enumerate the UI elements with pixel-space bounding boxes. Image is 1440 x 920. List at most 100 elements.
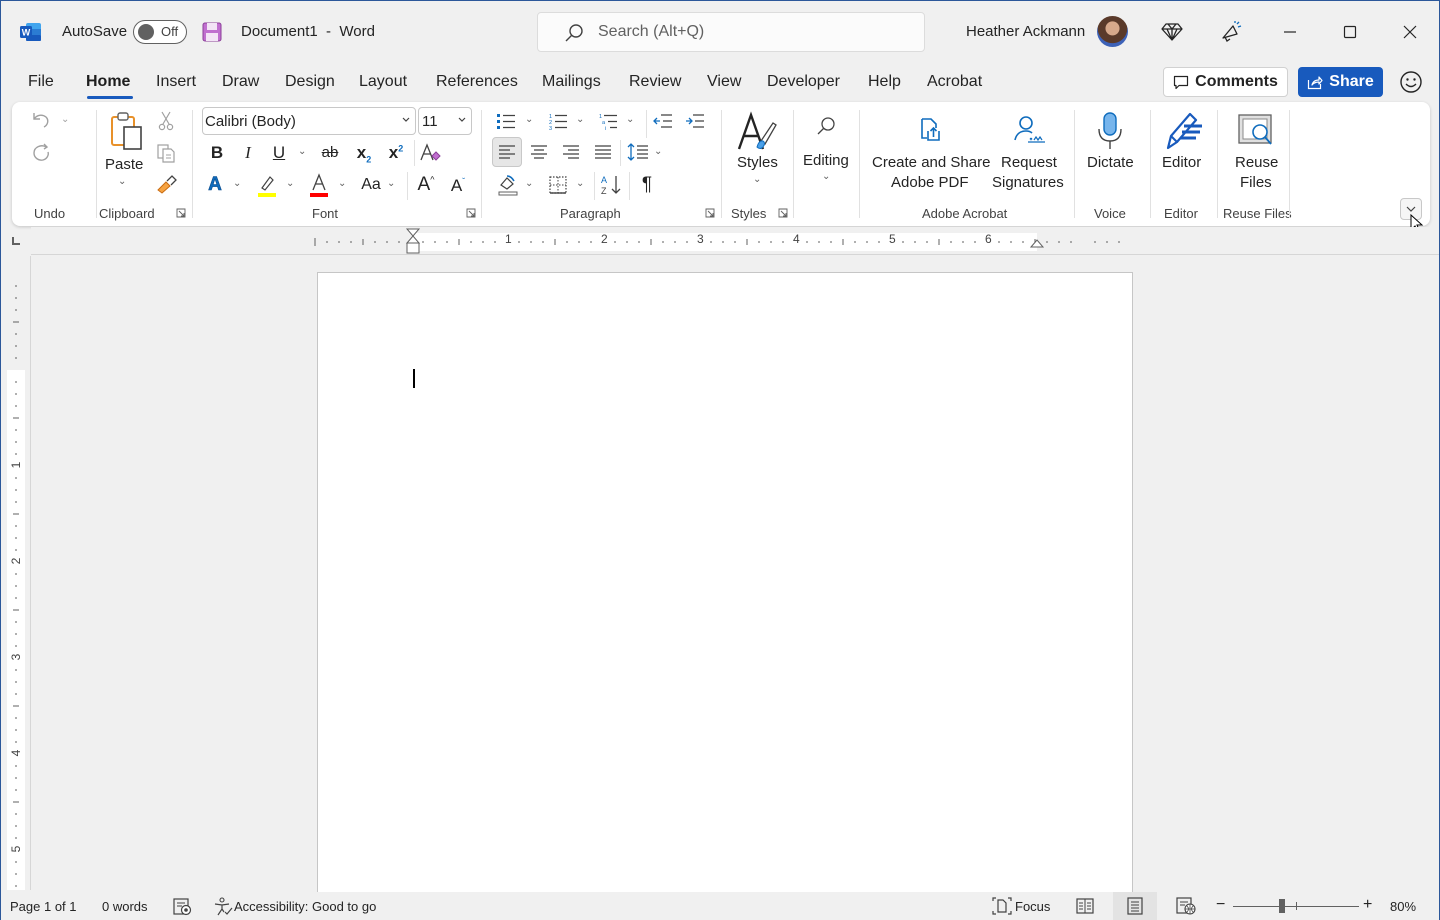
clipboard-launcher-icon[interactable] <box>176 208 186 218</box>
indent-marker[interactable] <box>405 227 421 255</box>
tab-acrobat[interactable]: Acrobat <box>927 73 982 91</box>
focus-label[interactable]: Focus <box>1015 899 1050 914</box>
change-case-button[interactable]: Aa <box>359 176 383 194</box>
diamond-icon[interactable] <box>1159 19 1185 45</box>
undo-icon[interactable] <box>29 109 53 131</box>
bullets-dropdown-icon[interactable]: ⌄ <box>525 114 533 125</box>
tab-review[interactable]: Review <box>629 73 681 91</box>
bullets-icon[interactable] <box>495 111 517 131</box>
create-pdf-icon[interactable] <box>916 116 944 144</box>
align-left-button[interactable] <box>492 137 522 167</box>
tab-design[interactable]: Design <box>285 73 335 91</box>
increase-indent-icon[interactable] <box>684 111 706 131</box>
text-effects-button[interactable]: A <box>206 174 224 196</box>
highlight-dropdown-icon[interactable]: ⌄ <box>286 178 294 189</box>
megaphone-icon[interactable] <box>1218 19 1244 45</box>
borders-dropdown-icon[interactable]: ⌄ <box>576 178 584 189</box>
accessibility-status[interactable]: Accessibility: Good to go <box>234 899 376 914</box>
microphone-icon[interactable] <box>1095 110 1125 152</box>
request-signatures-label-1[interactable]: Request <box>1001 153 1057 173</box>
strikethrough-button[interactable]: ab <box>318 144 342 161</box>
tab-draw[interactable]: Draw <box>222 73 259 91</box>
text-effects-dropdown-icon[interactable]: ⌄ <box>233 178 241 189</box>
grow-font-button[interactable]: A^ <box>415 174 437 196</box>
subscript-button[interactable]: x2 <box>354 143 374 164</box>
web-layout-icon[interactable] <box>1176 897 1196 915</box>
editing-search-icon[interactable] <box>814 114 838 138</box>
accessibility-icon[interactable] <box>213 897 233 917</box>
change-case-dropdown-icon[interactable]: ⌄ <box>387 178 395 189</box>
user-name[interactable]: Heather Ackmann <box>966 23 1085 40</box>
cut-icon[interactable] <box>156 110 176 132</box>
request-signatures-label-2[interactable]: Signatures <box>992 173 1064 193</box>
close-icon[interactable] <box>1397 19 1423 45</box>
underline-button[interactable]: U <box>271 143 287 163</box>
font-name-select[interactable]: Calibri (Body) <box>202 107 416 135</box>
reuse-files-label-2[interactable]: Files <box>1240 173 1272 193</box>
tab-mailings[interactable]: Mailings <box>542 73 601 91</box>
align-right-icon[interactable] <box>560 140 582 164</box>
paste-label[interactable]: Paste <box>105 155 143 175</box>
tab-selector[interactable] <box>10 235 22 247</box>
comments-button[interactable]: Comments <box>1163 67 1288 97</box>
borders-icon[interactable] <box>547 173 569 197</box>
decrease-indent-icon[interactable] <box>652 111 674 131</box>
share-button[interactable]: Share <box>1298 67 1383 97</box>
focus-icon[interactable] <box>992 897 1012 915</box>
tab-file[interactable]: File <box>28 73 54 91</box>
underline-dropdown-icon[interactable]: ⌄ <box>298 146 306 157</box>
line-spacing-icon[interactable] <box>626 140 650 164</box>
copy-icon[interactable] <box>156 142 176 164</box>
paragraph-launcher-icon[interactable] <box>705 208 715 218</box>
minimize-icon[interactable] <box>1277 19 1303 45</box>
sort-icon[interactable]: AZ <box>599 172 623 198</box>
tab-view[interactable]: View <box>707 73 741 91</box>
multilevel-dropdown-icon[interactable]: ⌄ <box>626 114 634 125</box>
tab-developer[interactable]: Developer <box>767 73 840 91</box>
read-mode-icon[interactable] <box>1076 898 1094 914</box>
superscript-button[interactable]: x2 <box>386 143 406 163</box>
zoom-slider-thumb[interactable] <box>1279 899 1285 913</box>
horizontal-ruler[interactable]: 1 2 3 4 5 6 <box>31 227 1439 255</box>
redo-icon[interactable] <box>29 140 53 164</box>
print-layout-button[interactable] <box>1113 892 1157 920</box>
save-icon[interactable] <box>201 21 223 43</box>
line-spacing-dropdown-icon[interactable]: ⌄ <box>654 146 662 157</box>
zoom-level[interactable]: 80% <box>1390 899 1416 914</box>
document-page[interactable] <box>317 272 1133 912</box>
editor-label[interactable]: Editor <box>1162 153 1201 173</box>
highlight-icon[interactable] <box>255 172 279 198</box>
styles-icon[interactable] <box>734 110 780 154</box>
tab-insert[interactable]: Insert <box>156 73 196 91</box>
feedback-smiley-icon[interactable] <box>1399 70 1423 94</box>
numbering-dropdown-icon[interactable]: ⌄ <box>576 114 584 125</box>
page-info[interactable]: Page 1 of 1 <box>10 899 77 914</box>
paste-dropdown-icon[interactable]: ⌄ <box>118 176 126 187</box>
font-color-icon[interactable] <box>307 172 331 198</box>
vertical-ruler[interactable]: 1 2 3 4 5 <box>1 256 31 890</box>
reuse-files-label-1[interactable]: Reuse <box>1235 153 1278 173</box>
request-signatures-icon[interactable] <box>1012 114 1046 144</box>
format-painter-icon[interactable] <box>156 173 178 195</box>
shrink-font-button[interactable]: Aˇ <box>447 176 469 196</box>
dictate-label[interactable]: Dictate <box>1087 153 1134 173</box>
numbering-icon[interactable]: 123 <box>547 111 569 131</box>
tab-references[interactable]: References <box>436 73 518 91</box>
font-launcher-icon[interactable] <box>466 208 476 218</box>
shading-icon[interactable] <box>496 173 520 197</box>
right-indent-marker[interactable] <box>1029 235 1045 249</box>
proofing-icon[interactable] <box>173 898 193 916</box>
maximize-icon[interactable] <box>1337 19 1363 45</box>
styles-label[interactable]: Styles <box>737 153 778 173</box>
create-pdf-label-2[interactable]: Adobe PDF <box>891 173 969 193</box>
reuse-files-icon[interactable] <box>1236 112 1276 150</box>
create-pdf-label-1[interactable]: Create and Share <box>872 153 990 173</box>
styles-dropdown-icon[interactable]: ⌄ <box>753 174 761 185</box>
italic-button[interactable]: I <box>240 143 256 163</box>
clear-formatting-icon[interactable] <box>418 142 442 164</box>
avatar[interactable] <box>1097 16 1128 47</box>
multilevel-list-icon[interactable]: 1ai <box>597 111 619 131</box>
justify-icon[interactable] <box>592 140 614 164</box>
shading-dropdown-icon[interactable]: ⌄ <box>525 178 533 189</box>
editor-pen-icon[interactable] <box>1162 110 1204 152</box>
